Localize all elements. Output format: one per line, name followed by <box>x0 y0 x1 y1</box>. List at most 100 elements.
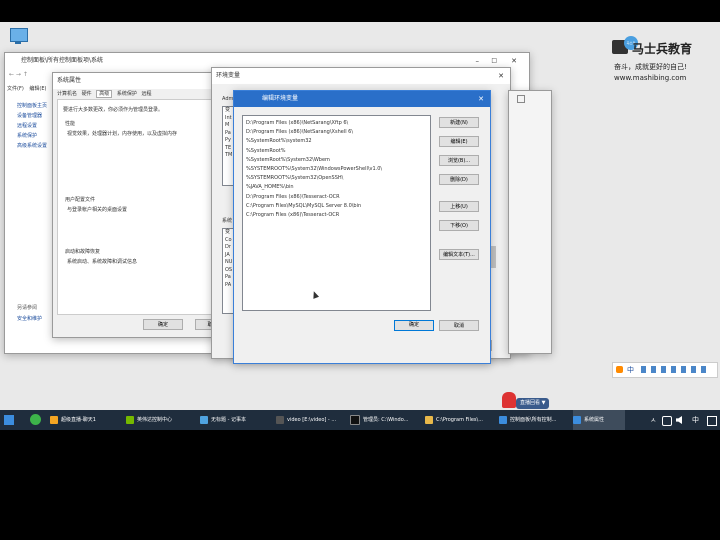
intro-text: 要进行大多数更改，你必须作为管理员登录。 <box>63 107 164 113</box>
ime-logo-icon <box>616 366 623 373</box>
network-icon[interactable] <box>662 416 672 426</box>
tab-remote[interactable]: 远程 <box>141 91 151 97</box>
computer-icon[interactable] <box>10 28 28 42</box>
tray-chevron[interactable]: ㅅ <box>650 410 656 430</box>
live-badge-label: 直播回看 ▼ <box>520 400 546 406</box>
taskbar-item[interactable]: C:\Program Files\... <box>425 410 495 430</box>
new-button[interactable]: 新建(N) <box>439 117 479 128</box>
terminal-icon <box>350 414 360 425</box>
path-list[interactable]: D:\Program Files (x86)\NetSarang\Xftp 6\… <box>242 115 431 311</box>
edit-button[interactable]: 编辑(E) <box>439 136 479 147</box>
delete-button[interactable]: 删除(D) <box>439 174 479 185</box>
path-entry[interactable]: %SYSTEMROOT%\System32\WindowsPowerShell\… <box>246 165 427 174</box>
performance-desc: 视觉效果，处理器计划，内存使用，以及虚拟内存 <box>67 131 178 137</box>
edit-cancel-button[interactable]: 取消 <box>439 320 479 331</box>
brand-logo: 马士兵 马士兵教育 奋斗，成就更好的自己! www.mashibing.com <box>612 36 712 88</box>
system-properties-titlebar: 系统属性 <box>53 73 225 89</box>
path-entry[interactable]: %SystemRoot% <box>246 147 427 156</box>
edit-env-dialog: 编辑环境变量 ✕ D:\Program Files (x86)\NetSaran… <box>233 90 491 364</box>
close-icon[interactable]: ✕ <box>511 53 517 69</box>
path-entry[interactable]: D:\Program Files (x86)\Tesseract-OCR <box>246 193 427 202</box>
ime-tools-icon[interactable] <box>641 366 711 373</box>
taskbar-item[interactable]: 系统属性 <box>573 410 625 430</box>
folder-icon <box>425 415 433 424</box>
sidebar-item-home[interactable]: 控制面板主页 <box>17 101 47 111</box>
volume-icon[interactable] <box>676 416 682 424</box>
path-entry[interactable]: %SystemRoot%\System32\Wbem <box>246 156 427 165</box>
security-link[interactable]: 安全和维护 <box>17 316 42 323</box>
sidebar-item-advanced[interactable]: 高级系统设置 <box>17 141 47 151</box>
sidebar-item-protection[interactable]: 系统保护 <box>17 131 47 141</box>
live-badge[interactable]: 直播回看 ▼ <box>516 398 550 409</box>
tab-advanced[interactable]: 高级 <box>96 90 113 98</box>
background-dialog <box>508 90 552 354</box>
path-entry[interactable]: D:\Program Files (x86)\NetSarang\Xftp 6\ <box>246 119 427 128</box>
path-entry[interactable]: C:\Program Files\MySQL\MySQL Server 8.0\… <box>246 202 427 211</box>
menu-file[interactable]: 文件(F) <box>7 86 24 92</box>
taskbar-item-label: video [E:\video] - ... <box>287 417 337 423</box>
ide-icon <box>276 415 284 424</box>
computer-icon-stand <box>15 41 21 44</box>
brand-url: www.mashibing.com <box>614 74 687 82</box>
path-entry[interactable]: D:\Program Files (x86)\NetSarang\Xshell … <box>246 128 427 137</box>
sys-ok-button[interactable]: 确定 <box>143 319 183 330</box>
live-avatar-icon <box>502 392 516 408</box>
profile-desc: 与登录帐户相关的桌面设置 <box>67 207 128 213</box>
tray-ime-text[interactable]: 中 <box>692 410 699 430</box>
performance-title: 性能 <box>65 121 76 127</box>
ime-mode-text[interactable]: 中 <box>627 365 634 375</box>
tab-computer-name[interactable]: 计算机名 <box>57 91 77 97</box>
taskbar-item-label: 无标题 - 记事本 <box>211 417 246 423</box>
taskbar-item[interactable]: 无标题 - 记事本 <box>200 410 272 430</box>
close-icon[interactable]: ✕ <box>498 68 504 84</box>
window-title: 编辑环境变量 <box>262 95 299 102</box>
startup-title: 启动和故障恢复 <box>65 249 101 255</box>
system-vars-section: 系统 <box>222 218 233 224</box>
system-icon <box>573 415 581 424</box>
nvidia-icon <box>126 415 134 424</box>
taskbar-item[interactable]: 超级直播-聊天1 <box>50 410 122 430</box>
chat-app-icon <box>50 415 58 424</box>
taskbar: 超级直播-聊天1 英伟达控制中心 无标题 - 记事本 video [E:\vid… <box>0 410 720 430</box>
notification-icon[interactable] <box>707 416 717 426</box>
tab-hardware[interactable]: 硬件 <box>82 91 92 97</box>
edit-text-button[interactable]: 编辑文本(T)... <box>439 249 479 260</box>
move-down-button[interactable]: 下移(O) <box>439 220 479 231</box>
path-entry[interactable]: %SYSTEMROOT%\System32\OpenSSH\ <box>246 174 427 183</box>
taskbar-item[interactable]: video [E:\video] - ... <box>276 410 346 430</box>
ime-toolbar[interactable]: 中 <box>612 362 718 378</box>
breadcrumb: 控制面板\所有控制面板项\系统 <box>21 57 104 64</box>
edit-env-titlebar: 编辑环境变量 ✕ <box>234 91 490 107</box>
edit-ok-button[interactable]: 确定 <box>394 320 434 331</box>
taskbar-item[interactable]: 管理员: C:\Windo... <box>350 410 422 430</box>
see-also-label: 另请参阅 <box>17 305 38 311</box>
menu-edit[interactable]: 编辑(E) <box>29 86 46 92</box>
taskbar-item-label: 控制面板\所有控制... <box>510 417 557 423</box>
path-entry[interactable]: %JAVA_HOME%\bin <box>246 183 427 192</box>
taskbar-item-label: 系统属性 <box>584 417 605 423</box>
taskbar-item-label: 超级直播-聊天1 <box>61 417 96 423</box>
tab-protection[interactable]: 系统保护 <box>117 91 137 97</box>
env-vars-titlebar: 环境变量 ✕ <box>212 68 510 84</box>
nav-arrows[interactable]: ← → ↑ <box>9 71 28 79</box>
taskbar-item[interactable]: 控制面板\所有控制... <box>499 410 569 430</box>
task-view-icon[interactable] <box>30 414 41 425</box>
control-panel-icon <box>499 415 507 424</box>
taskbar-item-label: 管理员: C:\Windo... <box>363 417 409 423</box>
sidebar-item-device-manager[interactable]: 设备管理器 <box>17 111 47 121</box>
close-icon[interactable]: ✕ <box>478 91 484 107</box>
notepad-icon <box>200 415 208 424</box>
taskbar-item-label: C:\Program Files\... <box>436 417 483 423</box>
desktop: 马士兵 马士兵教育 奋斗，成就更好的自己! www.mashibing.com … <box>0 22 720 410</box>
system-properties-window: 系统属性 计算机名 硬件 高级 系统保护 远程 要进行大多数更改，你必须作为管理… <box>52 72 226 338</box>
scroll-arrow-icon[interactable] <box>517 95 525 103</box>
browse-button[interactable]: 浏览(B)... <box>439 155 479 166</box>
path-entry[interactable]: C:\Program Files (x86)\Tesseract-OCR <box>246 211 427 220</box>
sidebar-item-remote[interactable]: 远程设置 <box>17 121 47 131</box>
start-icon[interactable] <box>4 415 14 425</box>
taskbar-item[interactable]: 英伟达控制中心 <box>126 410 196 430</box>
window-title: 环境变量 <box>216 72 241 79</box>
startup-desc: 系统启动、系统故障和调试信息 <box>67 259 138 265</box>
path-entry[interactable]: %SystemRoot%\system32 <box>246 137 427 146</box>
move-up-button[interactable]: 上移(U) <box>439 201 479 212</box>
